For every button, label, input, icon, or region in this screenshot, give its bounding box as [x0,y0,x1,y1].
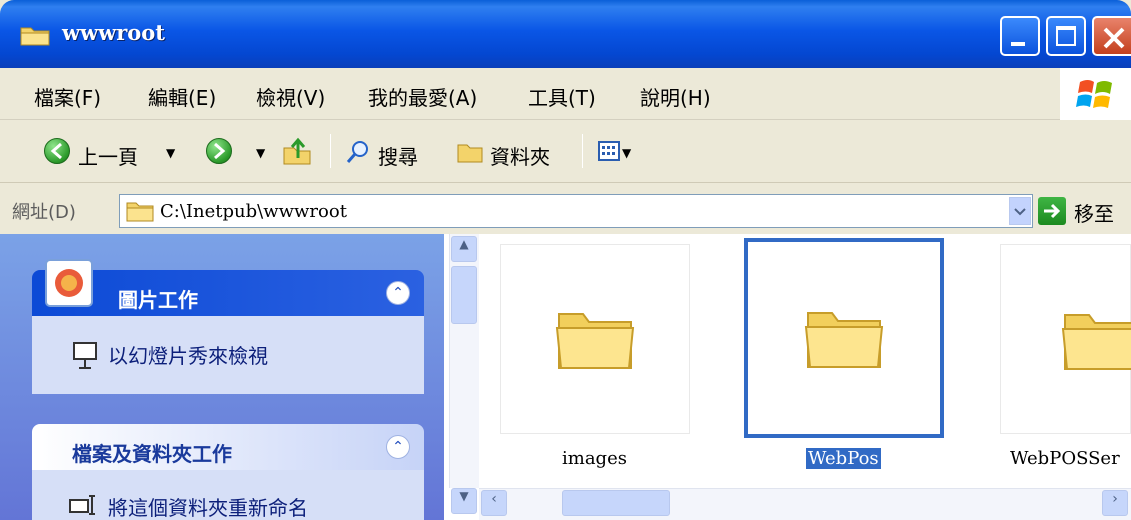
menu-view[interactable]: 檢視(V) [256,82,325,111]
scroll-left-button[interactable]: ‹ [481,490,507,516]
scroll-down-button[interactable]: ▼ [451,488,477,514]
windows-logo [1060,68,1131,120]
minimize-icon [1011,42,1025,46]
folders-icon[interactable] [456,140,484,164]
collapse-icon[interactable]: ⌃ [386,435,410,459]
toolbar-separator [330,134,331,168]
go-arrow-icon [1044,203,1061,219]
toolbar-separator [582,134,583,168]
go-label[interactable]: 移至 [1074,198,1114,227]
views-icon[interactable] [598,140,624,164]
folder-icon [126,202,154,222]
folder-icon [1061,314,1131,370]
folder-name-webpos[interactable]: WebPos [806,448,881,469]
minimize-button[interactable] [1000,16,1040,56]
search-icon[interactable] [344,138,372,166]
file-tasks-title: 檔案及資料夾工作 [72,442,232,466]
address-label: 網址(D) [12,202,76,223]
views-dropdown-icon[interactable]: ▼ [622,146,631,160]
collapse-icon[interactable]: ⌃ [386,281,410,305]
folder-icon [20,27,50,46]
rename-icon [69,495,95,515]
picture-tasks-title: 圖片工作 [118,288,198,312]
back-dropdown-icon[interactable]: ▼ [166,146,175,160]
menu-file[interactable]: 檔案(F) [34,82,101,111]
search-button[interactable]: 搜尋 [378,141,418,170]
up-folder-icon[interactable] [282,136,312,166]
folder-thumbnail-webposser[interactable] [1000,244,1131,434]
address-input[interactable]: C:\Inetpub\wwwroot [119,194,1033,228]
rename-folder-task-link[interactable]: 將這個資料夾重新命名 [108,492,308,520]
folder-name-images[interactable]: images [562,448,627,469]
address-value: C:\Inetpub\wwwroot [160,201,347,222]
forward-dropdown-icon[interactable]: ▼ [256,146,265,160]
forward-arrow-icon [214,142,226,160]
close-icon [1103,27,1125,49]
folder-icon [804,312,884,368]
maximize-icon [1056,26,1076,46]
slideshow-icon [73,342,97,369]
back-label[interactable]: 上一頁 [78,141,138,170]
slideshow-task-link[interactable]: 以幻燈片秀來檢視 [108,340,268,369]
forward-button[interactable] [206,138,232,164]
chevron-down-icon [1014,208,1026,216]
title-bar[interactable] [0,0,1131,68]
folders-button[interactable]: 資料夾 [490,141,550,170]
back-arrow-icon [50,142,62,160]
scroll-up-button[interactable]: ▲ [451,236,477,262]
address-dropdown-button[interactable] [1009,197,1031,225]
explorer-window: wwwroot 檔案(F) 編輯(E) 檢視(V) 我的最愛(A) 工具(T) … [0,0,1131,520]
go-button[interactable] [1038,197,1066,225]
close-button[interactable] [1092,16,1131,56]
pictures-icon [45,259,93,307]
folder-thumbnail-images[interactable] [500,244,690,434]
vertical-scroll-thumb[interactable] [451,266,477,324]
menu-edit[interactable]: 編輯(E) [148,82,216,111]
horizontal-scroll-thumb[interactable] [562,490,670,516]
folder-icon [555,313,635,369]
scroll-right-button[interactable]: › [1102,490,1128,516]
folder-thumbnail-webpos[interactable] [744,238,944,438]
back-button[interactable] [44,138,70,164]
windows-flag-icon [1076,80,1112,108]
menu-favorites[interactable]: 我的最愛(A) [368,82,477,111]
menu-help[interactable]: 說明(H) [640,82,711,111]
maximize-button[interactable] [1046,16,1086,56]
file-tasks-header[interactable]: 檔案及資料夾工作 ⌃ [32,424,424,470]
window-title: wwwroot [62,20,166,45]
menu-tools[interactable]: 工具(T) [528,82,596,111]
folder-name-webposser[interactable]: WebPOSSer [1010,448,1131,469]
